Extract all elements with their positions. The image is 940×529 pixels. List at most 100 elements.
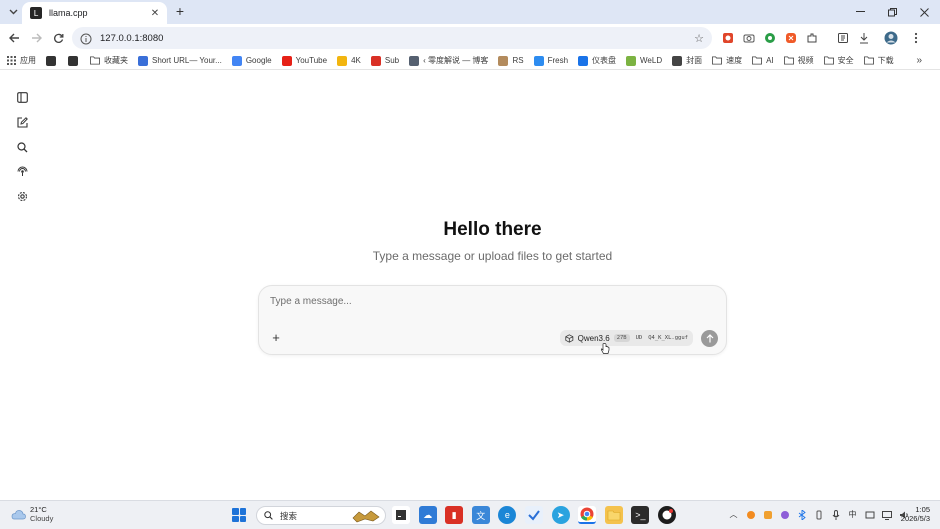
bookmark-item[interactable]: 视频 [783,55,814,66]
add-attachment-plus-icon[interactable]: + [269,330,283,345]
ime-indicator[interactable]: 中 [847,509,858,520]
bookmark-label: 收藏夹 [104,56,128,65]
terminal-white-app-icon[interactable] [392,506,410,524]
bluetooth-icon[interactable] [796,509,807,520]
window-controls [844,0,940,24]
microphone-icon[interactable] [830,509,841,520]
bookmark-item[interactable] [68,55,82,66]
ime-options-icon[interactable] [864,509,875,520]
more-bookmarks-chevron-icon[interactable]: » [916,55,922,66]
github-desktop-icon[interactable] [657,506,676,524]
file-explorer-folder-icon[interactable] [604,506,623,524]
bookmark-item[interactable]: 封面 [672,55,702,66]
bookmark-item[interactable]: WeLD [626,55,662,66]
translate-app-icon[interactable]: 文 [471,506,490,524]
bookmark-label: 仪表盘 [592,56,617,65]
bookmark-item[interactable]: 速度 [712,55,742,66]
tray-colorful-app-icon[interactable] [779,509,790,520]
weld-icon [626,55,637,66]
browser-toolbar: 127.0.0.1:8080 ☆ [0,24,940,52]
reading-list-icon[interactable] [835,30,851,46]
bookmark-label: YouTube [295,56,328,65]
model-variant: UD [635,335,643,341]
model-selector[interactable]: Qwen3.6 27B UD Q4_K_XL.gguf [560,330,693,346]
bookmark-label: 安全 [837,56,854,65]
close-window-icon[interactable] [908,0,940,24]
tab-close-icon[interactable]: ✕ [149,8,161,19]
bookmark-label: 下载 [877,56,894,65]
bookmark-star-icon[interactable]: ☆ [694,32,704,45]
bookmark-label: ‹ 零度解说 — 博客 [423,56,489,65]
taskbar-apps: ☁ ▮ 文 e ➤ >_ [392,506,711,524]
forward-arrow-icon[interactable] [28,30,44,46]
orange-extension-icon[interactable] [783,30,799,46]
red-app-icon[interactable]: ▮ [445,506,464,524]
bookmark-item[interactable]: Google [231,55,272,66]
taskbar-search-box[interactable]: 搜索 [256,506,386,525]
chrome-browser-icon[interactable] [578,506,597,524]
send-arrow-up-icon[interactable] [701,330,718,347]
bookmark-item[interactable]: Sub [370,55,399,66]
new-chat-edit-icon[interactable] [16,116,28,128]
site-info-icon[interactable] [80,32,92,45]
back-arrow-icon[interactable] [6,30,22,46]
usb-device-icon[interactable] [813,509,824,520]
edge-browser-icon[interactable]: e [498,506,517,524]
network-wifi-icon[interactable] [881,509,892,520]
bookmark-item[interactable]: 收藏夹 [90,55,128,66]
folder-icon [863,56,874,66]
bookmark-item[interactable]: 仪表盘 [578,55,616,66]
browser-tab-llama[interactable]: L llama.cpp ✕ [22,2,167,24]
toggle-sidebar-icon[interactable] [16,91,28,103]
bookmark-item[interactable]: 下载 [863,55,894,66]
search-icon[interactable] [16,141,28,153]
bookmark-item[interactable]: AI [752,56,774,66]
extensions-puzzle-icon[interactable] [804,30,820,46]
green-extension-icon[interactable] [762,30,778,46]
tray-search-app-icon[interactable] [745,509,756,520]
tray-chevron-up-icon[interactable]: ︿ [728,509,739,520]
chrome-menu-icon[interactable] [908,30,924,46]
camera-extension-icon[interactable] [741,30,757,46]
new-tab-plus-icon[interactable]: + [172,4,188,20]
bookmark-item[interactable]: YouTube [281,55,328,66]
bookmark-label: RS [512,56,524,65]
reload-icon[interactable] [50,30,66,46]
apps-grid-icon [6,56,16,66]
search-highlight-dragon-icon [352,510,380,522]
bookmarks-bar: 应用 收藏夹 Short URL— Your... Google YouTube 4K Su… [0,52,940,70]
qr-icon [68,55,78,66]
bookmark-item[interactable] [46,55,60,66]
cloud-app-icon[interactable]: ☁ [418,506,437,524]
clock-date: 2026/5/3 [900,514,930,523]
model-quant-file: Q4_K_XL.gguf [648,335,688,341]
terminal-app-icon[interactable]: >_ [631,506,650,524]
settings-gear-icon[interactable] [16,190,28,202]
minimize-icon[interactable] [844,0,876,24]
restore-icon[interactable] [876,0,908,24]
bookmark-item[interactable]: 应用 [6,55,36,66]
bookmark-label: AI [766,56,774,65]
bookmark-item[interactable]: 4K [337,55,361,66]
telegram-icon[interactable]: ➤ [551,506,570,524]
weather-widget[interactable]: 21°C Cloudy [10,505,53,523]
globe-icon [672,55,683,66]
message-input[interactable] [270,293,710,309]
bookmark-item[interactable]: RS [498,55,524,66]
bookmark-item[interactable]: 安全 [823,55,854,66]
windows-start-icon[interactable] [232,508,246,522]
mcp-servers-icon[interactable] [16,165,28,177]
todo-check-icon[interactable] [524,506,543,524]
address-bar[interactable]: 127.0.0.1:8080 ☆ [72,27,712,49]
profile-avatar[interactable] [883,30,899,46]
bookmark-item[interactable]: Short URL— Your... [138,55,222,66]
tab-search-chevron-icon[interactable] [5,4,21,20]
taskbar-clock[interactable]: 1:05 2026/5/3 [901,505,930,523]
bookmark-item[interactable]: Fresh [533,55,568,66]
download-icon[interactable] [856,30,872,46]
screen-record-extension-icon[interactable] [720,30,736,46]
url-text[interactable]: 127.0.0.1:8080 [100,33,694,44]
bookmark-item[interactable]: ‹ 零度解说 — 博客 [409,55,488,66]
tab-strip: L llama.cpp ✕ + [0,0,940,24]
tray-cat-app-icon[interactable] [762,509,773,520]
